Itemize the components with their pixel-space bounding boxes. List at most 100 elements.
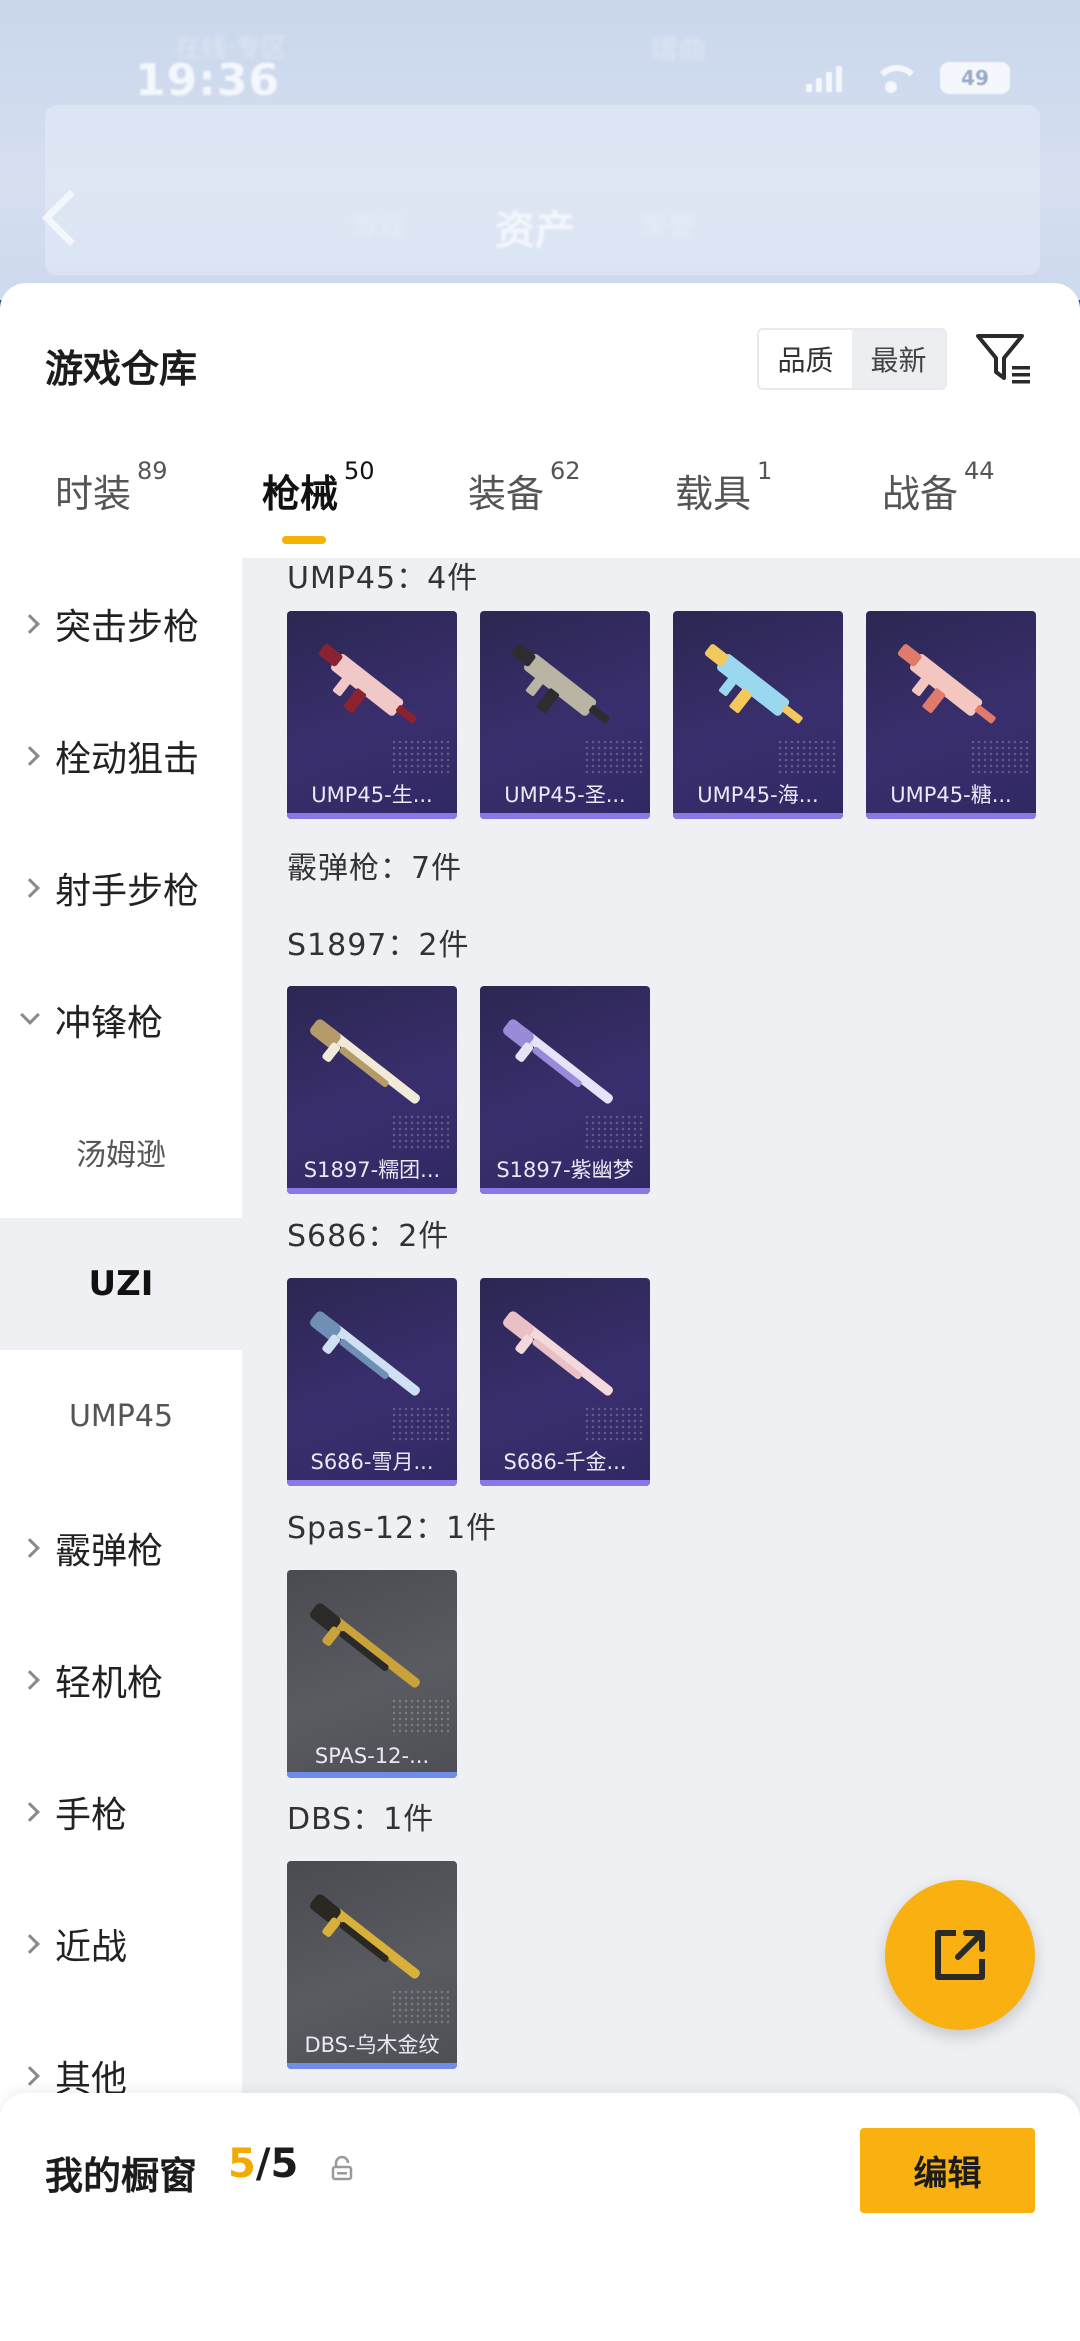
card-pattern [391, 1989, 451, 2025]
tab-label: 时装 [55, 472, 132, 516]
chevron-right-icon [20, 746, 40, 766]
group-header: S686：2件 [287, 1219, 450, 1254]
sort-option-newest[interactable]: 最新 [852, 330, 945, 388]
cellular-signal-icon [806, 64, 842, 92]
rarity-bar [866, 813, 1036, 819]
share-icon [935, 1930, 985, 1980]
card-pattern [391, 739, 451, 775]
weapon-card[interactable]: UMP45-糖... [866, 611, 1036, 819]
group-header: UMP45：4件 [287, 561, 479, 596]
status-time: 19:36 [135, 55, 281, 106]
share-button[interactable] [885, 1880, 1035, 2030]
rarity-bar [287, 1188, 457, 1194]
rarity-bar [673, 813, 843, 819]
chevron-right-icon [20, 2066, 40, 2086]
warehouse-title: 游戏仓库 [45, 347, 198, 391]
tab-supplies[interactable]: 战备 44 [882, 457, 995, 518]
sort-option-quality[interactable]: 品质 [759, 330, 852, 388]
rarity-bar [480, 1188, 650, 1194]
status-icons: 49 [806, 62, 1010, 94]
wifi-icon [870, 63, 921, 93]
rarity-bar [480, 1480, 650, 1486]
active-tab-indicator [282, 536, 326, 544]
card-pattern [584, 1406, 644, 1442]
weapon-card-name: UMP45-糖... [890, 783, 1012, 807]
weapon-card-name: UMP45-生... [311, 783, 433, 807]
sidebar-item-label: 冲锋枪 [55, 1003, 164, 1044]
sort-toggle[interactable]: 品质 最新 [757, 328, 947, 390]
sidebar-item-label: UZI [88, 1264, 154, 1304]
sidebar-item-label: 栓动狙击 [55, 739, 200, 780]
rarity-bar [287, 1772, 457, 1778]
header-tab-ghost[interactable]: 游戏 [350, 205, 406, 245]
sidebar-item-melee[interactable]: 近战 [0, 1878, 242, 2010]
tab-equipment[interactable]: 装备 62 [468, 457, 581, 518]
weapon-card-name: SPAS-12-... [314, 1744, 430, 1768]
edit-button[interactable]: 编辑 [860, 2128, 1035, 2213]
header-title[interactable]: 资产 [495, 198, 575, 256]
card-pattern [391, 1698, 451, 1734]
gun-part [975, 705, 996, 724]
weapon-card[interactable]: S686-千金... [480, 1278, 650, 1486]
smg-skin-icon [318, 644, 417, 724]
weapon-card-name: UMP45-圣... [504, 783, 626, 807]
weapon-card[interactable]: UMP45-生... [287, 611, 457, 819]
shotgun-skin-icon [310, 1019, 420, 1104]
weapon-card[interactable]: UMP45-海... [673, 611, 843, 819]
smg-skin-icon [897, 644, 996, 724]
sidebar-subitem-ump45[interactable]: UMP45 [0, 1350, 242, 1482]
sidebar-item-marksman-rifle[interactable]: 射手步枪 [0, 822, 242, 954]
sidebar-subitem-uzi[interactable]: UZI [0, 1218, 242, 1350]
sidebar-item-label: 手枪 [55, 1795, 128, 1836]
gun-part [396, 705, 417, 724]
tab-count: 62 [550, 457, 581, 485]
sidebar-item-pistol[interactable]: 手枪 [0, 1746, 242, 1878]
sidebar-item-lmg[interactable]: 轻机枪 [0, 1614, 242, 1746]
weapon-card[interactable]: S686-雪月... [287, 1278, 457, 1486]
weapon-card[interactable]: S1897-糯团... [287, 986, 457, 1194]
tab-count: 1 [757, 457, 773, 485]
rarity-bar [287, 813, 457, 819]
group-header: S1897：2件 [287, 928, 470, 963]
tab-label: 载具 [675, 472, 752, 516]
chevron-right-icon [20, 1802, 40, 1822]
tab-label: 装备 [468, 472, 545, 516]
card-pattern [584, 739, 644, 775]
sidebar-item-assault-rifle[interactable]: 突击步枪 [0, 558, 242, 690]
group-header: Spas-12：1件 [287, 1511, 498, 1546]
weapon-card-name: S686-千金... [503, 1450, 627, 1474]
chevron-right-icon [20, 1934, 40, 1954]
header-tab-ghost[interactable]: 荣誉 [640, 205, 696, 245]
weapon-card[interactable]: S1897-紫幽梦 [480, 986, 650, 1194]
tab-outfits[interactable]: 时装 89 [55, 457, 168, 518]
chevron-right-icon [20, 1670, 40, 1690]
group-header: 霰弹枪：7件 [287, 851, 463, 886]
chevron-right-icon [20, 1538, 40, 1558]
weapon-card-name: S1897-糯团... [303, 1158, 441, 1182]
sidebar-item-shotgun[interactable]: 霰弹枪 [0, 1482, 242, 1614]
filter-icon[interactable] [974, 328, 1034, 388]
group-header: DBS：1件 [287, 1802, 435, 1837]
tab-label: 战备 [882, 472, 959, 516]
showcase-count-current: 5 [228, 2141, 256, 2187]
weapon-card-name: UMP45-海... [697, 783, 819, 807]
sidebar-item-label: 近战 [55, 1927, 128, 1968]
shotgun-skin-icon [503, 1311, 613, 1396]
tab-weapons[interactable]: 枪械 50 [262, 457, 375, 518]
lock-icon [331, 2155, 353, 2181]
weapon-card[interactable]: SPAS-12-... [287, 1570, 457, 1778]
chevron-down-icon [20, 1005, 40, 1025]
card-pattern [391, 1114, 451, 1150]
tab-vehicles[interactable]: 载具 1 [675, 457, 772, 518]
showcase-title: 我的橱窗 [45, 2154, 198, 2198]
sidebar-item-smg[interactable]: 冲锋枪 [0, 954, 242, 1086]
card-pattern [970, 739, 1030, 775]
sidebar-subitem-thompson[interactable]: 汤姆逊 [0, 1086, 242, 1218]
sidebar-item-label: UMP45 [68, 1398, 174, 1434]
rarity-bar [287, 1480, 457, 1486]
shotgun-skin-icon [310, 1311, 420, 1396]
weapon-card[interactable]: DBS-乌木金纹 [287, 1861, 457, 2069]
tab-count: 50 [344, 457, 375, 485]
sidebar-item-bolt-sniper[interactable]: 栓动狙击 [0, 690, 242, 822]
weapon-card[interactable]: UMP45-圣... [480, 611, 650, 819]
